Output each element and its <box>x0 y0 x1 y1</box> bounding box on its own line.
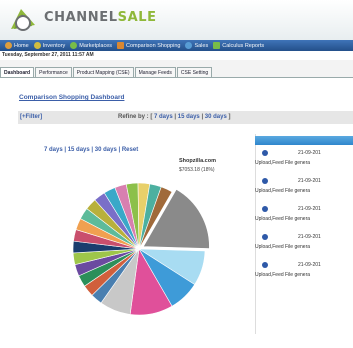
brand-logo[interactable]: CHANNELSALE <box>44 10 157 25</box>
marketplaces-icon <box>70 42 78 49</box>
notification-date: 21-09-201 <box>298 150 321 156</box>
tab-product-mapping[interactable]: Product Mapping (CSE) <box>72 67 134 77</box>
chart-period-selector: 7 days | 15 days | 30 days | Reset <box>44 147 138 153</box>
sales-icon <box>185 42 193 49</box>
nav-item-inventory[interactable]: Inventory <box>33 42 66 49</box>
refine-close: ] <box>228 114 231 120</box>
highlight-value: $7053.18 (18%) <box>179 167 215 173</box>
period-15-days[interactable]: 15 days <box>68 147 90 153</box>
period-30-days[interactable]: 30 days <box>95 147 117 153</box>
info-icon <box>262 234 268 240</box>
nav-item-comparison-shopping[interactable]: Comparison Shopping <box>117 42 180 49</box>
brand-name-part2: SALE <box>117 10 157 25</box>
filter-toggle[interactable]: [+Filter] <box>20 111 42 124</box>
highlight-label: Shopzilla.com <box>179 158 216 164</box>
separator: | <box>118 147 121 153</box>
brand-name-part1: CHANNEL <box>44 10 118 25</box>
info-icon <box>262 178 268 184</box>
inventory-icon <box>33 42 41 49</box>
notification-panel-header <box>255 136 353 145</box>
pie-chart <box>72 182 210 316</box>
separator: | <box>64 147 67 153</box>
nav-item-calculus-reports[interactable]: Calculus Reports <box>213 42 264 49</box>
notification-text: Upload,Feed File genera <box>255 216 311 222</box>
date-time: Tuesday, September 27, 2011 11:57 AM <box>0 51 353 60</box>
notification-text: Upload,Feed File genera <box>255 272 311 278</box>
logo-mark-icon <box>11 9 35 31</box>
notification-text: Upload,Feed File genera <box>255 244 311 250</box>
filter-bar: [+Filter] Refine by : [ 7 days | 15 days… <box>18 111 353 124</box>
notification-item[interactable]: 21-09-201 Upload,Feed File genera <box>255 203 353 227</box>
info-icon <box>262 150 268 156</box>
refine-label: Refine by : [ <box>118 114 153 120</box>
shopping-icon <box>117 42 125 49</box>
nav-label: Home <box>14 42 29 49</box>
reports-icon <box>213 42 221 49</box>
separator: | <box>91 147 94 153</box>
nav-item-sales[interactable]: Sales <box>185 42 208 49</box>
nav-item-home[interactable]: Home <box>5 42 29 49</box>
main-nav: Home Inventory Marketplaces Comparison S… <box>0 40 353 51</box>
tab-dashboard[interactable]: Dashboard <box>0 67 35 77</box>
notification-item[interactable]: 21-09-201 Upload,Feed File genera <box>255 175 353 199</box>
nav-item-marketplaces[interactable]: Marketplaces <box>70 42 112 49</box>
info-icon <box>262 206 268 212</box>
page-title[interactable]: Comparison Shopping Dashboard <box>19 94 124 101</box>
notification-text: Upload,Feed File genera <box>255 188 311 194</box>
tab-manage-feeds[interactable]: Manage Feeds <box>134 67 176 77</box>
notification-date: 21-09-201 <box>298 206 321 212</box>
notification-item[interactable]: 21-09-201 Upload,Feed File genera <box>255 147 353 171</box>
tab-cse-setting[interactable]: CSE Setting <box>176 67 213 77</box>
reset-link[interactable]: Reset <box>122 147 138 153</box>
notification-text: Upload,Feed File genera <box>255 160 311 166</box>
refine-15-days[interactable]: 15 days <box>178 114 200 120</box>
refine-7-days[interactable]: 7 days <box>154 114 173 120</box>
nav-label: Sales <box>194 42 209 49</box>
nav-label: Comparison Shopping <box>126 42 181 49</box>
nav-label: Inventory <box>42 42 66 49</box>
period-7-days[interactable]: 7 days <box>44 147 63 153</box>
info-icon <box>262 262 268 268</box>
separator: | <box>201 114 204 120</box>
notification-item[interactable]: 21-09-201 Upload,Feed File genera <box>255 231 353 255</box>
notification-date: 21-09-201 <box>298 178 321 184</box>
tab-bar: Dashboard Performance Product Mapping (C… <box>0 67 213 77</box>
refine-by: Refine by : [ 7 days | 15 days | 30 days… <box>118 111 231 124</box>
separator: | <box>174 114 177 120</box>
notification-date: 21-09-201 <box>298 262 321 268</box>
notification-date: 21-09-201 <box>298 234 321 240</box>
home-icon <box>5 42 12 49</box>
nav-label: Calculus Reports <box>222 42 265 49</box>
notification-item[interactable]: 21-09-201 Upload,Feed File genera <box>255 259 353 283</box>
tab-performance[interactable]: Performance <box>35 67 72 77</box>
nav-label: Marketplaces <box>79 42 113 49</box>
app-header: CHANNELSALE <box>0 0 353 40</box>
refine-30-days[interactable]: 30 days <box>205 114 227 120</box>
